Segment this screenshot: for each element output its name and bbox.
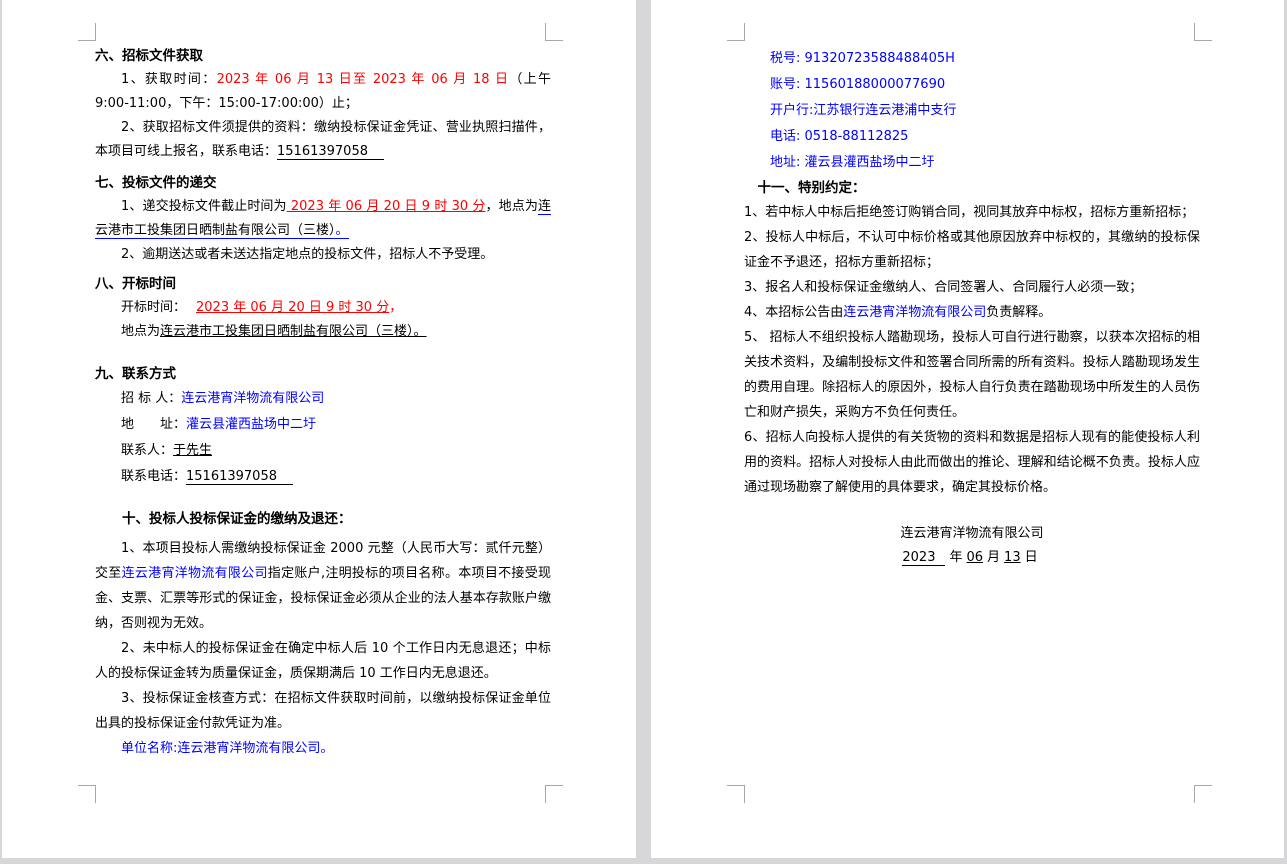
crop-mark-bottom-right [1194, 785, 1212, 803]
special-provisions-section: 1、若中标人中标后拒绝签订购销合同，视同其放弃中标权，招标方重新招标； 2、投标… [744, 200, 1200, 500]
submission-deadline-label: 1、递交投标文件截止时间为 [121, 199, 287, 214]
tax-number-row: 税号: 91320723588488405H [744, 46, 1200, 72]
crop-mark-bottom-left [78, 785, 96, 803]
bank-address-row: 地址: 灌云县灌西盐场中二圩 [744, 150, 1200, 176]
acquisition-date-range: 2023 年 06 月 13 日至 2023 年 06 月 18 日 [217, 72, 510, 87]
provision-1: 1、若中标人中标后拒绝签订购销合同，视同其放弃中标权，招标方重新招标； [744, 200, 1200, 225]
document-two-page-view: 六、招标文件获取 1、获取时间：2023 年 06 月 13 日至 2023 年… [0, 0, 1287, 864]
signature-day: 13 [1004, 550, 1021, 565]
paragraph-acquisition-time: 1、获取时间：2023 年 06 月 13 日至 2023 年 06 月 18 … [95, 68, 551, 116]
heading-section-7: 七、投标文件的递交 [95, 171, 551, 195]
heading-section-6: 六、招标文件获取 [95, 44, 551, 68]
signature-company: 连云港宵洋物流有限公司 [744, 522, 1200, 546]
bank-name-row: 开户行:江苏银行连云港浦中支行 [744, 98, 1200, 124]
account-number-row: 账号: 11560188000077690 [744, 72, 1200, 98]
paragraph-submission-deadline: 1、递交投标文件截止时间为 2023 年 06 月 20 日 9 时 30 分，… [95, 195, 551, 243]
provision-6: 6、招标人向投标人提供的有关货物的资料和数据是招标人现有的能使投标人利用的资料。… [744, 425, 1200, 500]
crop-mark-bottom-left [727, 785, 745, 803]
provision-4: 4、本招标公告由连云港宵洋物流有限公司负责解释。 [744, 300, 1200, 325]
provision-4-company: 连云港宵洋物流有限公司 [843, 305, 986, 320]
crop-mark-top-left [78, 23, 96, 41]
contact-bidder-row: 招 标 人：连云港宵洋物流有限公司 [95, 386, 551, 412]
submission-deadline-datetime: 2023 年 06 月 20 日 9 时 30 分 [287, 199, 486, 214]
paragraph-opening-place: 地点为连云港市工投集团日晒制盐有限公司（三楼）。 [95, 320, 551, 344]
opening-datetime-comma: ， [389, 300, 402, 315]
crop-mark-top-right [545, 23, 563, 41]
signature-day-label: 日 [1025, 550, 1038, 565]
provision-4-pre: 4、本招标公告由 [744, 305, 843, 320]
opening-time-label: 开标时间： [121, 300, 186, 315]
signature-month: 06 [966, 550, 983, 565]
bank-phone-row: 电话: 0518-88112825 [744, 124, 1200, 150]
bidder-label: 招 标 人： [121, 391, 181, 406]
paragraph-unit-name: 单位名称:连云港宵洋物流有限公司。 [95, 736, 551, 761]
heading-section-10: 十、投标人投标保证金的缴纳及退还： [95, 507, 551, 531]
deposit-company-name: 连云港宵洋物流有限公司 [122, 566, 268, 581]
registration-phone-number: 15161397058 [277, 144, 384, 160]
opening-place-label: 地点为 [121, 324, 160, 339]
crop-mark-top-right [1194, 23, 1212, 41]
deposit-section: 1、本项目投标人需缴纳投标保证金 2000 元整（人民币大写：贰仟元整）交至连云… [95, 536, 551, 761]
paragraph-deposit-refund: 2、未中标人的投标保证金在确定中标人后 10 个工作日内无息退还；中标人的投标保… [95, 636, 551, 686]
bidder-address: 灌云县灌西盐场中二圩 [186, 417, 316, 432]
paragraph-acquisition-materials: 2、获取招标文件须提供的资料：缴纳投标保证金凭证、营业执照扫描件，本项目可线上报… [95, 116, 551, 164]
heading-section-9: 九、联系方式 [95, 362, 551, 386]
crop-mark-top-left [727, 23, 745, 41]
opening-place-name: 连云港市工投集团日晒制盐有限公司（三楼）。 [160, 324, 427, 339]
contact-phone-row: 联系电话：15161397058 [95, 464, 551, 490]
paragraph-late-delivery: 2、逾期送达或者未送达指定地点的投标文件，招标人不予受理。 [95, 243, 551, 267]
contact-block: 招 标 人：连云港宵洋物流有限公司 地 址：灌云县灌西盐场中二圩 联系人：于先生… [95, 386, 551, 490]
signature-month-label: 月 [987, 550, 1000, 565]
heading-section-8: 八、开标时间 [95, 272, 551, 296]
provision-5: 5、 招标人不组织投标人踏勘现场，投标人可自行进行勘察，以获本次招标的相关技术资… [744, 325, 1200, 425]
contact-person-label: 联系人： [121, 443, 173, 458]
page-right-content: 税号: 91320723588488405H 账号: 1156018800007… [744, 44, 1200, 570]
page-left: 六、招标文件获取 1、获取时间：2023 年 06 月 13 日至 2023 年… [2, 0, 636, 858]
provision-2: 2、投标人中标后，不认可中标价格或其他原因放弃中标权的，其缴纳的投标保证金不予退… [744, 225, 1200, 275]
signature-year: 2023 [902, 550, 945, 566]
paragraph-deposit-verification: 3、投标保证金核查方式：在招标文件获取时间前，以缴纳投标保证金单位出具的投标保证… [95, 686, 551, 736]
contact-phone-label: 联系电话： [121, 469, 186, 484]
contact-person-row: 联系人：于先生 [95, 438, 551, 464]
opening-datetime: 2023 年 06 月 20 日 9 时 30 分 [196, 300, 389, 315]
paragraph-deposit-amount: 1、本项目投标人需缴纳投标保证金 2000 元整（人民币大写：贰仟元整）交至连云… [95, 536, 551, 636]
bank-info-block: 税号: 91320723588488405H 账号: 1156018800007… [744, 46, 1200, 176]
heading-section-11: 十一、特别约定： [744, 176, 1200, 200]
contact-address-row: 地 址：灌云县灌西盐场中二圩 [95, 412, 551, 438]
signature-year-label: 年 [949, 550, 962, 565]
page-right: 税号: 91320723588488405H 账号: 1156018800007… [651, 0, 1284, 858]
submission-place-label: ，地点为 [486, 199, 538, 214]
acquisition-time-label: 1、获取时间： [121, 72, 217, 87]
bidder-company-name: 连云港宵洋物流有限公司 [181, 391, 324, 406]
provision-3: 3、报名人和投标保证金缴纳人、合同签署人、合同履行人必须一致； [744, 275, 1200, 300]
address-label: 地 址： [121, 417, 186, 432]
provision-4-post: 负责解释。 [986, 305, 1051, 320]
submission-place-period: 。 [336, 223, 349, 239]
crop-mark-bottom-right [545, 785, 563, 803]
page-left-content: 六、招标文件获取 1、获取时间：2023 年 06 月 13 日至 2023 年… [95, 44, 551, 761]
contact-phone-number: 15161397058 [186, 469, 293, 485]
signature-date: 2023 年 06 月 13 日 [744, 546, 1200, 570]
paragraph-opening-time: 开标时间： 2023 年 06 月 20 日 9 时 30 分， [95, 296, 551, 320]
contact-person-name: 于先生 [173, 443, 212, 458]
